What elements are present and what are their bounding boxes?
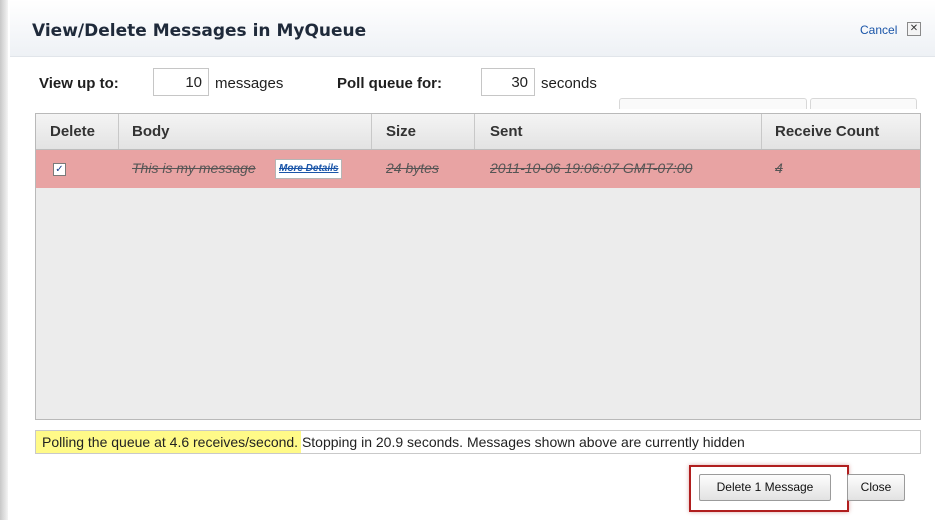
- cancel-link[interactable]: Cancel: [860, 23, 897, 37]
- close-icon[interactable]: ✕: [907, 22, 921, 36]
- column-divider: [371, 114, 372, 149]
- seconds-suffix: seconds: [541, 75, 597, 92]
- messages-table: Delete Body Size Sent Receive Count ✓ Th…: [35, 113, 921, 420]
- message-sent: 2011-10-06 19:06:07 GMT-07:00: [490, 160, 693, 176]
- poll-queue-label: Poll queue for:: [337, 75, 442, 92]
- column-divider: [761, 114, 762, 149]
- dialog-title: View/Delete Messages in MyQueue: [32, 21, 367, 41]
- delete-checkbox[interactable]: ✓: [53, 163, 66, 176]
- view-delete-messages-dialog: View/Delete Messages in MyQueue Cancel ✕…: [10, 0, 935, 520]
- column-header-body[interactable]: Body: [132, 114, 170, 149]
- column-divider: [118, 114, 119, 149]
- view-up-to-label: View up to:: [39, 75, 119, 92]
- message-size: 24 bytes: [386, 160, 439, 176]
- more-details-link[interactable]: More Details: [275, 159, 343, 179]
- poll-seconds-input[interactable]: [481, 68, 535, 96]
- delete-message-button[interactable]: Delete 1 Message: [699, 474, 831, 501]
- window-left-edge: [0, 0, 8, 520]
- close-button[interactable]: Close: [847, 474, 905, 501]
- column-header-receive-count[interactable]: Receive Count: [775, 114, 879, 149]
- view-up-to-input[interactable]: [153, 68, 209, 96]
- polling-status-bar: Polling the queue at 4.6 receives/second…: [35, 430, 921, 454]
- polling-status-text: Polling the queue at 4.6 receives/second…: [42, 434, 745, 450]
- ghost-tab: [810, 98, 917, 109]
- column-header-sent[interactable]: Sent: [490, 114, 523, 149]
- column-header-delete[interactable]: Delete: [50, 114, 95, 149]
- table-header: Delete Body Size Sent Receive Count: [36, 114, 920, 150]
- dialog-titlebar: View/Delete Messages in MyQueue Cancel ✕: [10, 0, 935, 57]
- messages-suffix: messages: [215, 75, 284, 92]
- message-body: This is my message: [132, 160, 256, 176]
- column-header-size[interactable]: Size: [386, 114, 416, 149]
- ghost-tab: [619, 98, 807, 109]
- table-row[interactable]: ✓ This is my message More Details 24 byt…: [36, 150, 920, 188]
- message-receive-count: 4: [775, 160, 783, 176]
- column-divider: [474, 114, 475, 149]
